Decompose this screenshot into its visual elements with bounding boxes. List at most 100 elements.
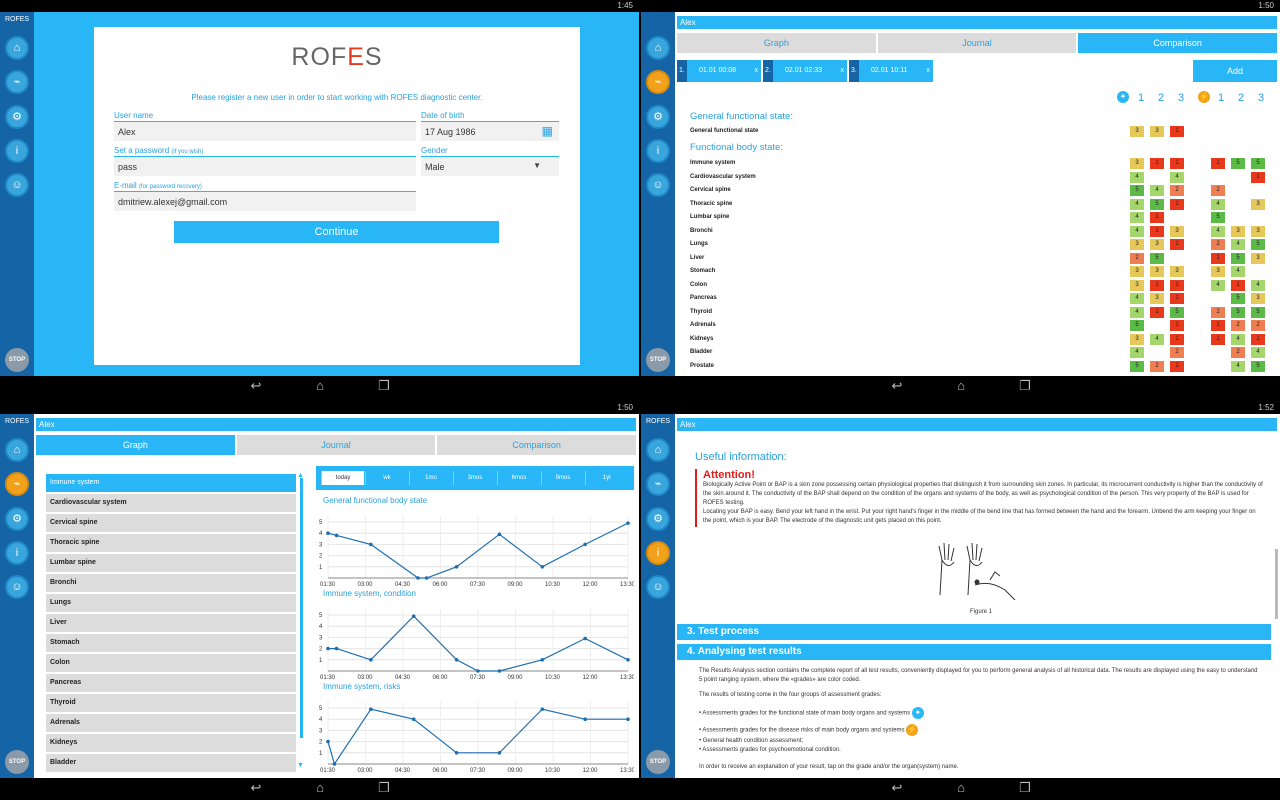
recents-icon[interactable]: ❐ xyxy=(376,781,392,794)
chart-icon[interactable]: ⌁ xyxy=(5,70,29,94)
data-point[interactable] xyxy=(334,646,339,651)
period-button[interactable]: 6mos xyxy=(497,471,540,485)
period-button[interactable]: wk xyxy=(365,471,408,485)
grade-cell[interactable]: 4 xyxy=(1251,279,1265,291)
grade-cell[interactable]: 5 xyxy=(1251,360,1265,372)
recents-icon[interactable]: ❐ xyxy=(1017,781,1033,794)
grade-cell[interactable]: 3 xyxy=(1130,239,1144,250)
grade-cell[interactable]: 2 xyxy=(1231,320,1245,331)
remove-date-icon[interactable]: x xyxy=(927,60,931,82)
grade-cell[interactable]: 3 xyxy=(1251,252,1265,264)
grade-cell[interactable]: 1 xyxy=(1251,171,1265,183)
data-point[interactable] xyxy=(540,707,545,711)
list-item[interactable]: Cervical spine xyxy=(46,514,296,532)
list-item[interactable]: Bronchi xyxy=(46,574,296,592)
grade-cell[interactable]: 5 xyxy=(1251,306,1265,318)
grade-cell[interactable]: 4 xyxy=(1231,239,1245,250)
data-point[interactable] xyxy=(369,542,373,547)
data-point[interactable] xyxy=(540,658,545,662)
row-label[interactable]: Kidneys xyxy=(690,336,713,342)
grade-cell[interactable]: 2 xyxy=(1231,347,1245,358)
date-chip[interactable]: 1. 01.01 00:08 x xyxy=(677,60,761,82)
gear-icon[interactable]: ⚙ xyxy=(5,105,29,129)
grade-cell[interactable]: 3 xyxy=(1130,333,1144,345)
data-point[interactable] xyxy=(497,532,502,537)
home-icon[interactable]: ⌂ xyxy=(646,438,670,462)
username-field[interactable]: Alex xyxy=(114,121,416,141)
data-point[interactable] xyxy=(334,533,339,538)
row-label[interactable]: General functional state xyxy=(690,128,758,134)
grade-cell[interactable]: 5 xyxy=(1170,306,1184,318)
stop-button[interactable]: STOP xyxy=(646,750,670,774)
grade-cell[interactable]: 3 xyxy=(1170,266,1184,277)
period-button[interactable]: 1yr xyxy=(585,471,628,485)
grade-cell[interactable]: 5 xyxy=(1231,158,1245,169)
data-point[interactable] xyxy=(626,521,630,525)
grade-cell[interactable]: 1 xyxy=(1170,198,1184,210)
grade-cell[interactable]: 2 xyxy=(1170,185,1184,196)
grade-cell[interactable]: 4 xyxy=(1130,293,1144,304)
grade-cell[interactable]: 1 xyxy=(1150,279,1164,291)
remove-date-icon[interactable]: x xyxy=(841,60,845,82)
data-point[interactable] xyxy=(326,531,330,535)
grade-cell[interactable]: 1 xyxy=(1211,320,1225,331)
home-nav-icon[interactable]: ⌂ xyxy=(953,379,969,392)
grade-cell[interactable]: 4 xyxy=(1211,198,1225,210)
grade-cell[interactable]: 2 xyxy=(1211,239,1225,250)
data-point[interactable] xyxy=(326,739,330,744)
remove-date-icon[interactable]: x xyxy=(755,60,759,82)
row-label[interactable]: Thoracic spine xyxy=(690,201,732,207)
grade-cell[interactable]: 1 xyxy=(1150,225,1164,237)
grade-cell[interactable]: 3 xyxy=(1130,266,1144,277)
grade-cell[interactable]: 1 xyxy=(1170,360,1184,372)
data-point[interactable] xyxy=(497,669,502,673)
grade-cell[interactable]: 1 xyxy=(1211,333,1225,345)
grade-cell[interactable]: 3 xyxy=(1231,225,1245,237)
analysing-header[interactable]: 4. Analysing test results xyxy=(677,644,1271,660)
data-point[interactable] xyxy=(326,646,330,651)
row-label[interactable]: Lungs xyxy=(690,241,708,247)
info-icon[interactable]: i xyxy=(646,541,670,565)
grade-cell[interactable]: 5 xyxy=(1150,198,1164,210)
test-process-header[interactable]: 3. Test process xyxy=(677,624,1271,640)
row-label[interactable]: Thyroid xyxy=(690,309,712,315)
grade-cell[interactable]: 4 xyxy=(1130,306,1144,318)
tab-journal[interactable]: Journal xyxy=(877,33,1077,53)
grade-cell[interactable]: 1 xyxy=(1150,212,1164,223)
users-icon[interactable]: ☺ xyxy=(5,575,29,599)
period-button[interactable]: 1mo xyxy=(409,471,452,485)
row-label[interactable]: Pancreas xyxy=(690,295,717,301)
grade-cell[interactable]: 4 xyxy=(1211,279,1225,291)
users-icon[interactable]: ☺ xyxy=(5,173,29,197)
period-button[interactable]: today xyxy=(321,471,364,485)
grade-cell[interactable]: 1 xyxy=(1170,239,1184,250)
info-icon[interactable]: i xyxy=(5,541,29,565)
home-icon[interactable]: ⌂ xyxy=(646,36,670,60)
grade-cell[interactable]: 4 xyxy=(1170,171,1184,183)
row-label[interactable]: Adrenals xyxy=(690,322,716,328)
grade-cell[interactable]: 1 xyxy=(1251,333,1265,345)
home-icon[interactable]: ⌂ xyxy=(5,438,29,462)
gear-icon[interactable]: ⚙ xyxy=(646,507,670,531)
period-button[interactable]: 9mos xyxy=(541,471,584,485)
list-scrollbar[interactable] xyxy=(300,478,303,738)
list-item[interactable]: Lumbar spine xyxy=(46,554,296,572)
grade-cell[interactable]: 5 xyxy=(1251,239,1265,250)
row-label[interactable]: Stomach xyxy=(690,268,715,274)
home-icon[interactable]: ⌂ xyxy=(5,36,29,60)
grade-cell[interactable]: 3 xyxy=(1150,126,1164,137)
data-point[interactable] xyxy=(476,669,480,673)
grade-cell[interactable]: 1 xyxy=(1170,293,1184,304)
tab-graph[interactable]: Graph xyxy=(677,33,876,53)
data-point[interactable] xyxy=(454,565,459,569)
list-item[interactable]: Adrenals xyxy=(46,714,296,732)
home-nav-icon[interactable]: ⌂ xyxy=(312,781,328,794)
row-label[interactable]: Bronchi xyxy=(690,228,713,234)
chart-icon[interactable]: ⌁ xyxy=(5,472,29,496)
data-point[interactable] xyxy=(497,751,502,755)
info-icon[interactable]: i xyxy=(646,139,670,163)
grade-cell[interactable]: 3 xyxy=(1130,126,1144,137)
grade-cell[interactable]: 4 xyxy=(1130,198,1144,210)
row-label[interactable]: Liver xyxy=(690,255,704,261)
data-point[interactable] xyxy=(583,636,587,641)
